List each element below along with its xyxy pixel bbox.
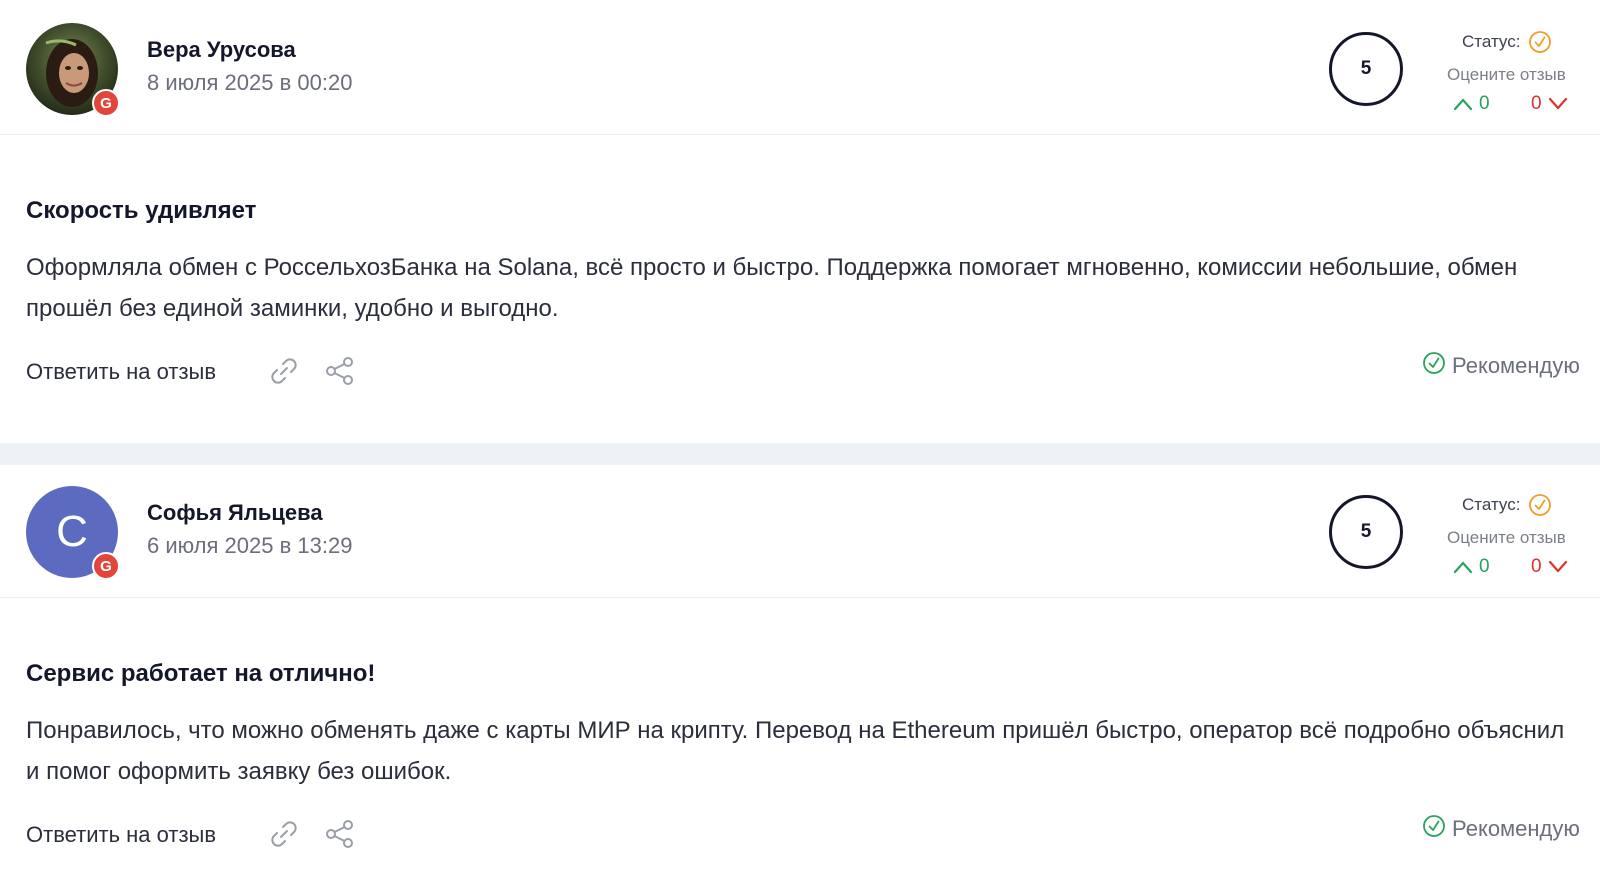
status: Статус: — [1462, 493, 1552, 517]
link-icon[interactable] — [268, 818, 300, 850]
status: Статус: — [1462, 30, 1552, 54]
status-label: Статус: — [1462, 32, 1521, 51]
review-text: Оформляла обмен с РоссельхозБанка на Sol… — [26, 254, 1518, 322]
review-body: Сервис работает на отлично! Понравилось,… — [0, 598, 1600, 862]
check-circle-icon — [1423, 815, 1445, 837]
vote-down-button[interactable]: 0 — [1531, 556, 1568, 578]
vote-up-button[interactable]: 0 — [1453, 556, 1490, 578]
chevron-up-icon — [1453, 561, 1473, 574]
review-title: Сервис работает на отлично! — [26, 660, 376, 687]
review-header: G Вера Урусова 8 июля 2025 в 00:20 5 Ста… — [0, 0, 1600, 135]
review-date: 6 июля 2025 в 13:29 — [147, 533, 353, 558]
rating-score: 5 — [1329, 32, 1403, 106]
review-date: 8 июля 2025 в 00:20 — [147, 70, 353, 95]
link-icon[interactable] — [268, 355, 300, 387]
rate-review-label: Оцените отзыв — [1447, 65, 1566, 84]
recommend-badge: Рекомендую — [1422, 815, 1580, 842]
avatar: C G — [26, 486, 120, 580]
chevron-up-icon — [1453, 98, 1473, 111]
share-icon[interactable] — [324, 355, 356, 387]
recommend-label: Рекомендую — [1452, 816, 1580, 841]
vote-up-count: 0 — [1479, 93, 1490, 114]
reply-button[interactable]: Ответить на отзыв — [26, 359, 216, 385]
check-circle-icon — [1529, 31, 1552, 53]
vote-down-count: 0 — [1531, 556, 1542, 577]
chevron-down-icon — [1548, 560, 1567, 573]
author-name[interactable]: Софья Яльцева — [147, 500, 323, 526]
review-card: C G Софья Яльцева 6 июля 2025 в 13:29 5 … — [0, 465, 1600, 862]
rate-review-label: Оцените отзыв — [1447, 528, 1566, 547]
review-divider — [0, 443, 1600, 465]
vote-up-button[interactable]: 0 — [1453, 93, 1490, 115]
check-circle-icon — [1423, 352, 1445, 374]
review-actions: Ответить на отзыв Рекомендую — [26, 352, 1600, 399]
share-icon[interactable] — [324, 818, 356, 850]
recommend-label: Рекомендую — [1452, 353, 1580, 378]
review-body: Скорость удивляет Оформляла обмен с Росс… — [0, 135, 1600, 399]
reply-button[interactable]: Ответить на отзыв — [26, 822, 216, 848]
google-badge-icon: G — [92, 552, 120, 580]
vote-down-count: 0 — [1531, 93, 1542, 114]
author-name[interactable]: Вера Урусова — [147, 37, 296, 63]
google-badge-icon: G — [92, 89, 120, 117]
check-circle-icon — [1529, 494, 1552, 516]
recommend-badge: Рекомендую — [1422, 352, 1580, 379]
review-text: Понравилось, что можно обменять даже с к… — [26, 717, 1565, 785]
review-actions: Ответить на отзыв Рекомендую — [26, 815, 1600, 862]
chevron-down-icon — [1548, 97, 1567, 110]
review-card: G Вера Урусова 8 июля 2025 в 00:20 5 Ста… — [0, 0, 1600, 399]
review-header: C G Софья Яльцева 6 июля 2025 в 13:29 5 … — [0, 465, 1600, 598]
vote-down-button[interactable]: 0 — [1531, 93, 1568, 115]
review-title: Скорость удивляет — [26, 197, 257, 224]
vote-up-count: 0 — [1479, 556, 1490, 577]
status-label: Статус: — [1462, 495, 1521, 514]
avatar: G — [26, 23, 120, 117]
rating-score: 5 — [1329, 495, 1403, 569]
